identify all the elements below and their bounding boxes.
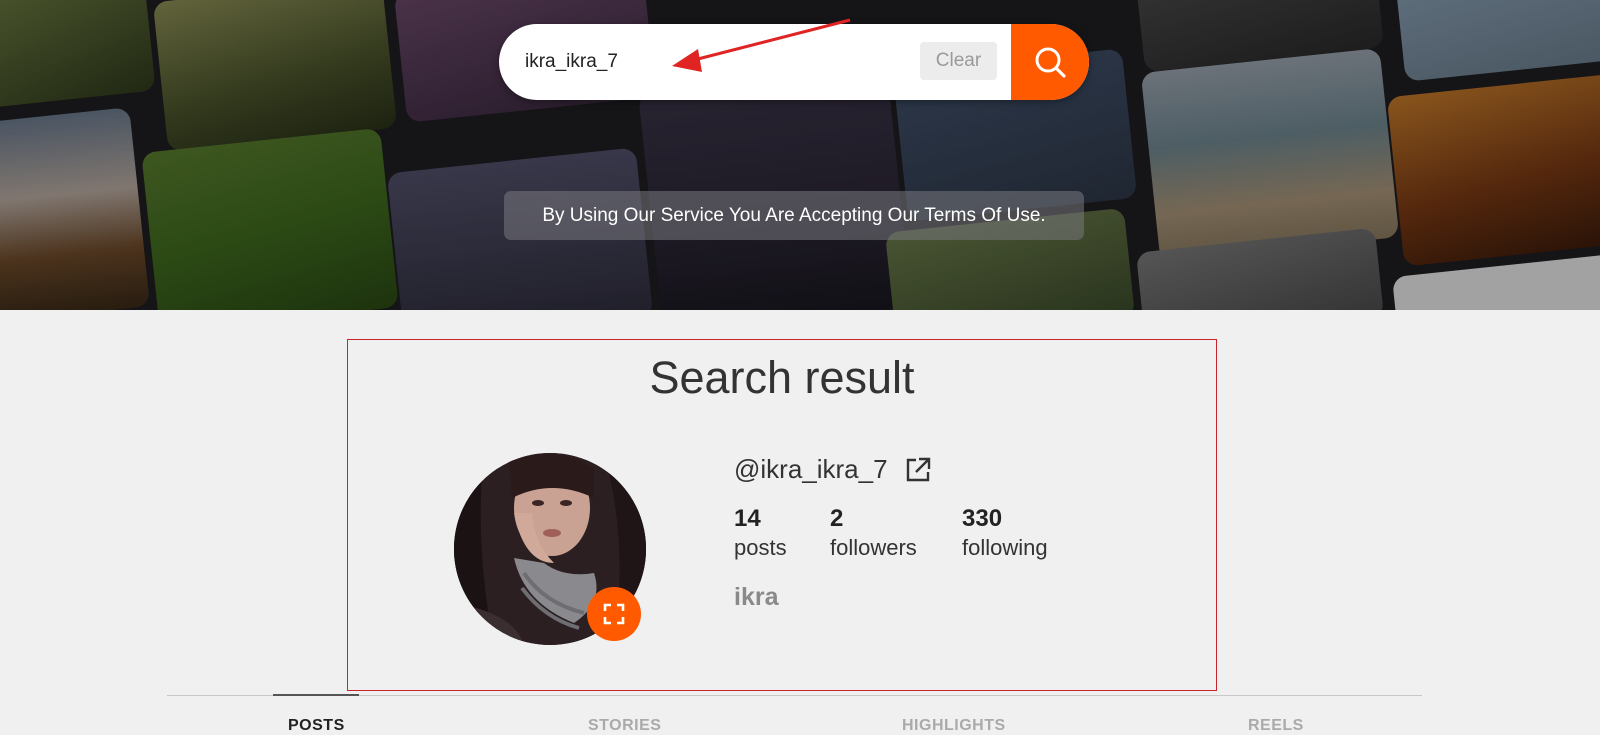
search-bar: Clear — [499, 24, 1089, 100]
search-button[interactable] — [1011, 24, 1089, 100]
stat-label: following — [962, 535, 1048, 560]
stat-value: 330 — [962, 505, 1003, 532]
expand-icon — [603, 603, 625, 625]
search-input[interactable] — [525, 24, 905, 100]
search-icon — [1035, 47, 1066, 78]
terms-notice: By Using Our Service You Are Accepting O… — [504, 191, 1084, 240]
search-result-panel: Search result @ikra_ikra_7 14 posts 2 fo… — [347, 339, 1217, 691]
profile-stats: 14 posts 2 followers 330 following — [734, 505, 1082, 561]
stat-following: 330 following — [962, 505, 1082, 561]
active-tab-indicator — [273, 694, 359, 696]
expand-avatar-button[interactable] — [587, 587, 641, 641]
stat-followers: 2 followers — [830, 505, 962, 561]
tab-posts[interactable]: POSTS — [288, 717, 345, 735]
profile-full-name: ikra — [734, 583, 779, 611]
stat-posts: 14 posts — [734, 505, 830, 561]
tab-highlights[interactable]: HIGHLIGHTS — [902, 717, 1006, 735]
stat-value: 2 — [830, 505, 844, 532]
profile-username: @ikra_ikra_7 — [734, 454, 888, 484]
stat-label: followers — [830, 535, 917, 560]
tab-stories[interactable]: STORIES — [588, 717, 661, 735]
external-link-icon[interactable] — [904, 456, 932, 484]
stat-value: 14 — [734, 505, 761, 532]
clear-button[interactable]: Clear — [920, 42, 997, 80]
tab-reels[interactable]: REELS — [1248, 717, 1304, 735]
stat-label: posts — [734, 535, 787, 560]
result-title: Search result — [649, 352, 915, 403]
username-row: @ikra_ikra_7 — [734, 454, 932, 485]
